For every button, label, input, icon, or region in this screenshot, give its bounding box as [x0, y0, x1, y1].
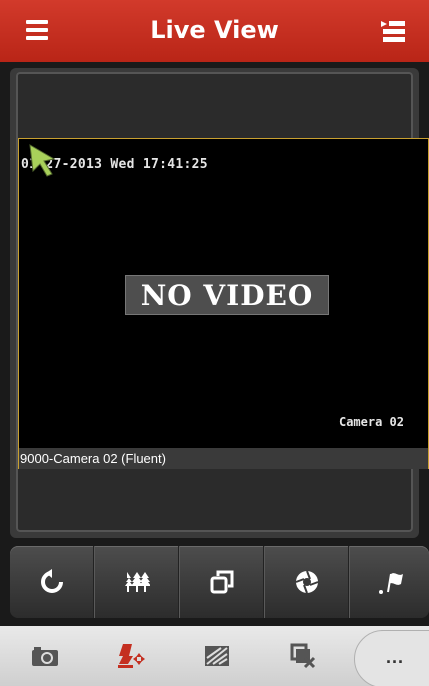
flag-button[interactable] — [350, 546, 429, 618]
camera-icon — [32, 647, 58, 666]
close-window-button[interactable] — [260, 626, 346, 686]
snapshot-button[interactable] — [2, 626, 88, 686]
video-window[interactable]: 01-27-2013 Wed 17:41:25 NO VIDEO Camera … — [18, 138, 429, 469]
cursor-icon — [29, 144, 56, 177]
aperture-button[interactable] — [265, 546, 349, 618]
refresh-button[interactable] — [10, 546, 94, 618]
ptz-button[interactable] — [88, 626, 174, 686]
bottom-toolbar: ... — [0, 626, 429, 686]
no-video-box: NO VIDEO — [125, 275, 329, 315]
control-toolbar — [10, 546, 429, 618]
osd-camera-name: Camera 02 — [338, 415, 404, 429]
no-video-text: NO VIDEO — [140, 279, 314, 312]
aperture-icon — [295, 570, 318, 594]
window-switch-icon — [210, 570, 233, 594]
refresh-icon — [40, 569, 63, 593]
ptz-icon — [118, 644, 145, 668]
app-header: Live View — [0, 0, 429, 62]
split-screen-button[interactable] — [95, 546, 179, 618]
channel-list-icon[interactable] — [379, 18, 409, 46]
split-screen-icon — [124, 572, 150, 592]
image-quality-icon — [205, 646, 229, 666]
close-window-icon — [290, 643, 316, 669]
window-switch-button[interactable] — [180, 546, 264, 618]
flag-icon — [379, 573, 403, 594]
page-title: Live View — [150, 16, 279, 44]
more-icon[interactable]: ... — [386, 648, 404, 666]
channel-label: 9000-Camera 02 (Fluent) — [19, 448, 428, 469]
image-quality-button[interactable] — [174, 626, 260, 686]
video-screen[interactable]: 01-27-2013 Wed 17:41:25 NO VIDEO Camera … — [19, 139, 428, 448]
